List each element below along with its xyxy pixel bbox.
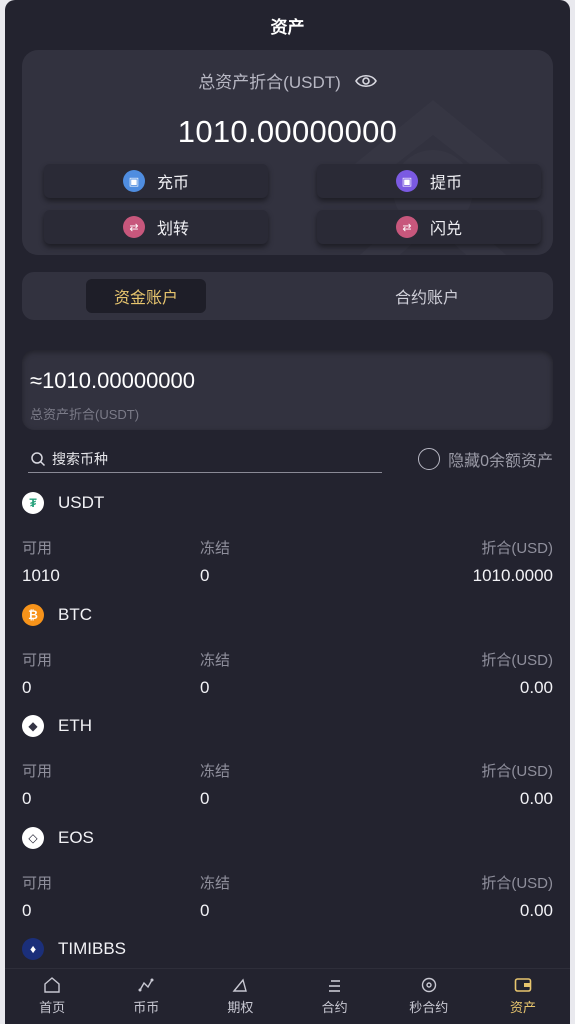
flash-swap-icon: ⇄ [395,216,418,238]
account-tabs: 资金账户 合约账户 [22,272,553,320]
flash-swap-button[interactable]: ⇄ 闪兑 [317,210,541,244]
flash-swap-label: 闪兑 [429,221,462,238]
eth-logo-icon: ◆ [22,715,44,737]
frozen-value: 0 [200,789,210,808]
coin-name: USDT [58,493,105,512]
search-box [28,445,382,473]
available-value: 1010 [22,566,60,585]
nav-item-second-contract[interactable]: 秒合约 [382,969,476,1024]
nav-item-options[interactable]: 期权 [193,969,287,1024]
page-title: 资产 [270,17,305,37]
search-icon [31,451,46,466]
account-balance-card: ≈1010.00000000 总资产折合(USDT) [22,350,553,430]
nav-label: 币币 [133,1000,160,1015]
total-asset-value: 1010.00000000 [177,114,398,149]
frozen-value: 0 [200,566,210,585]
hide-zero-toggle[interactable]: 隐藏0余额资产 [418,447,553,471]
frozen-label: 冻结 [200,540,231,557]
converted-label: 折合(USD) [481,763,553,780]
total-asset-label: 总资产折合(USDT) [198,73,341,92]
transfer-button[interactable]: ⇄ 划转 [44,210,268,244]
converted-value: 0.00 [519,789,553,808]
wallet-in-icon: ▣ [122,170,145,192]
frozen-label: 冻结 [200,651,231,669]
eye-icon[interactable] [354,73,377,89]
converted-label: 折合(USD) [481,651,553,669]
nav-label: 资产 [509,1000,536,1015]
options-icon [232,978,248,992]
nav-label: 合约 [321,1000,348,1015]
assets-icon [514,978,532,992]
converted-label: 折合(USD) [481,874,553,892]
hide-zero-label: 隐藏0余额资产 [448,453,553,470]
available-label: 可用 [22,540,53,557]
withdraw-label: 提币 [429,175,462,192]
withdraw-button[interactable]: ▣ 提币 [317,164,541,198]
frozen-label: 冻结 [200,874,231,892]
search-input[interactable] [52,450,352,467]
account-balance-value: ≈1010.00000000 [30,368,196,393]
converted-value: 0.00 [519,900,553,920]
available-value: 0 [22,677,32,697]
timibbs-logo-icon: ♦ [22,938,44,960]
tab-funding-account[interactable]: 资金账户 [86,279,206,313]
account-balance-label: 总资产折合(USDT) [30,407,140,422]
bottom-nav: 首页 币币 期权 合约 秒合约 资产 [5,968,570,1024]
eos-logo-icon: ◇ [22,826,44,849]
second-contract-icon [421,977,436,993]
available-label: 可用 [22,874,53,892]
tab-contract-account[interactable]: 合约账户 [352,279,502,313]
top-bar: 资产 [5,0,570,50]
list-item[interactable]: ₿ BTC 可用 冻结 折合(USD) 0 0 0.00 [22,597,553,709]
coin-name: TIMIBBS [58,939,127,958]
list-item[interactable]: ◇ EOS 可用 冻结 折合(USD) 0 0 0.00 [22,820,553,932]
available-value: 0 [22,789,32,808]
total-asset-label-row: 总资产折合(USDT) [22,68,553,93]
spot-icon [138,978,154,992]
deposit-button[interactable]: ▣ 充币 [44,164,268,198]
coin-name: ETH [58,716,92,735]
list-item[interactable]: ◆ ETH 可用 冻结 折合(USD) 0 0 0.00 [22,708,553,820]
search-row: 隐藏0余额资产 [22,445,553,475]
coin-name: BTC [58,604,92,624]
available-value: 0 [22,900,32,920]
nav-label: 期权 [227,1000,254,1015]
nav-item-assets[interactable]: 资产 [476,969,570,1024]
nav-label: 秒合约 [409,1000,449,1015]
app-screen: 资产 总资产折合(USDT) 1010.00000000 ▣ 充币 ▣ 提币 ⇄… [5,0,570,1024]
btc-logo-icon: ₿ [22,603,44,626]
hide-zero-radio[interactable] [418,448,441,470]
frozen-value: 0 [200,677,210,697]
frozen-value: 0 [200,900,210,920]
deposit-label: 充币 [156,175,189,192]
usdt-logo-icon: ₮ [22,492,44,514]
converted-value: 0.00 [519,677,553,697]
wallet-out-icon: ▣ [395,170,418,192]
total-asset-card: 总资产折合(USDT) 1010.00000000 ▣ 充币 ▣ 提币 ⇄ 划转… [22,50,553,255]
available-label: 可用 [22,651,53,669]
transfer-icon: ⇄ [122,216,145,238]
nav-label: 首页 [39,1000,66,1015]
frozen-label: 冻结 [200,763,231,780]
coin-list: ₮ USDT 可用 冻结 折合(USD) 1010 0 1010.0000 ₿ … [22,485,553,1024]
contract-icon [328,980,340,992]
transfer-label: 划转 [156,221,189,238]
coin-name: EOS [58,827,94,847]
nav-item-home[interactable]: 首页 [5,969,99,1024]
converted-value: 1010.0000 [472,566,553,585]
list-item[interactable]: ₮ USDT 可用 冻结 折合(USD) 1010 0 1010.0000 [22,485,553,597]
nav-item-contract[interactable]: 合约 [288,969,382,1024]
available-label: 可用 [22,763,53,780]
home-icon [44,977,60,993]
converted-label: 折合(USD) [481,540,553,557]
nav-item-spot[interactable]: 币币 [99,969,193,1024]
